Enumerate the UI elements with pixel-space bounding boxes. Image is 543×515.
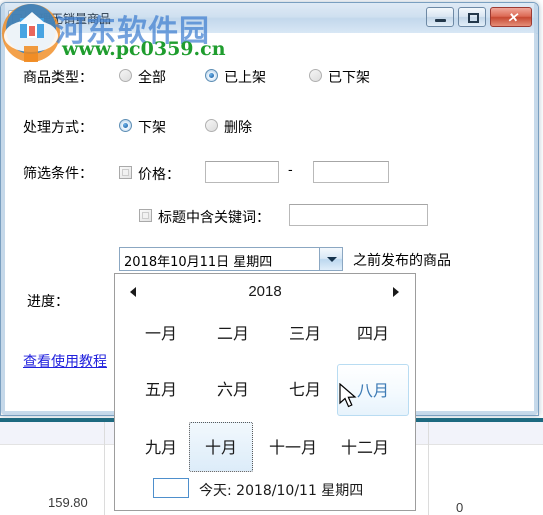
month-cell-10[interactable]: 十月 bbox=[189, 422, 253, 472]
radio-dot bbox=[119, 119, 132, 132]
checkbox-label: 价格： bbox=[138, 167, 180, 183]
radio-dot bbox=[205, 119, 218, 132]
month-cell-7[interactable]: 七月 bbox=[273, 370, 337, 410]
month-cell-12[interactable]: 十二月 bbox=[333, 428, 397, 468]
close-button[interactable]: ✕ bbox=[490, 7, 532, 27]
calendar-header: 2018 bbox=[115, 274, 415, 310]
calendar-month-grid: 一月 二月 三月 四月 五月 六月 七月 八月 九月 十月 十一月 十二月 bbox=[115, 310, 415, 472]
table-column-divider bbox=[104, 422, 105, 515]
window-title: 管理无销量商品 bbox=[27, 12, 112, 26]
calendar-footer: 今天: 2018/10/11 星期四 bbox=[115, 470, 415, 510]
month-cell-8[interactable]: 八月 bbox=[337, 364, 409, 416]
month-cell-9[interactable]: 九月 bbox=[129, 428, 193, 468]
table-cell-price: 159.80 bbox=[48, 495, 88, 510]
price-min-input[interactable] bbox=[205, 161, 279, 183]
progress-label: 进度： bbox=[27, 294, 69, 310]
checkbox-box bbox=[139, 209, 152, 222]
radio-label: 删除 bbox=[224, 120, 252, 136]
radio-label: 已上架 bbox=[224, 70, 266, 86]
action-type-label: 处理方式： bbox=[23, 120, 93, 136]
price-max-input[interactable] bbox=[313, 161, 389, 183]
date-suffix-label: 之前发布的商品 bbox=[353, 253, 451, 269]
radio-dot bbox=[309, 69, 322, 82]
app-icon bbox=[8, 10, 26, 28]
month-cell-5[interactable]: 五月 bbox=[129, 370, 193, 410]
keyword-input[interactable] bbox=[289, 204, 428, 226]
radio-label: 全部 bbox=[138, 70, 166, 86]
today-label: 今天: 2018/10/11 星期四 bbox=[199, 483, 364, 499]
month-cell-6[interactable]: 六月 bbox=[201, 370, 265, 410]
minimize-button[interactable] bbox=[426, 7, 454, 27]
radio-dot bbox=[205, 69, 218, 82]
maximize-button[interactable] bbox=[458, 7, 486, 27]
filter-conditions-label: 筛选条件： bbox=[23, 166, 93, 182]
chevron-down-icon[interactable] bbox=[319, 248, 342, 270]
month-cell-1[interactable]: 一月 bbox=[129, 314, 193, 354]
calendar-year-label[interactable]: 2018 bbox=[115, 283, 415, 300]
radio-label: 已下架 bbox=[328, 70, 370, 86]
radio-dot bbox=[119, 69, 132, 82]
date-picker-combo[interactable]: 2018年10月11日 星期四 bbox=[119, 247, 343, 271]
month-cell-11[interactable]: 十一月 bbox=[261, 428, 325, 468]
tutorial-link[interactable]: 查看使用教程 bbox=[23, 351, 107, 371]
table-cell-count: 0 bbox=[456, 500, 464, 515]
month-calendar-popup: 2018 一月 二月 三月 四月 五月 六月 七月 八月 九月 十月 十一月 十… bbox=[114, 273, 416, 511]
chevron-right-icon[interactable] bbox=[389, 285, 403, 299]
price-range-separator: - bbox=[288, 163, 293, 178]
product-type-label: 商品类型： bbox=[23, 70, 93, 86]
close-icon: ✕ bbox=[507, 10, 518, 25]
table-column-divider bbox=[428, 422, 429, 515]
today-swatch[interactable] bbox=[153, 478, 189, 498]
checkbox-box bbox=[119, 166, 132, 179]
title-bar[interactable]: 管理无销量商品 ✕ bbox=[1, 3, 538, 34]
date-picker-value: 2018年10月11日 星期四 bbox=[124, 255, 273, 270]
checkbox-label: 标题中含关键词： bbox=[158, 210, 270, 226]
month-cell-3[interactable]: 三月 bbox=[273, 314, 337, 354]
month-cell-2[interactable]: 二月 bbox=[201, 314, 265, 354]
radio-label: 下架 bbox=[138, 120, 166, 136]
month-cell-4[interactable]: 四月 bbox=[341, 314, 405, 354]
